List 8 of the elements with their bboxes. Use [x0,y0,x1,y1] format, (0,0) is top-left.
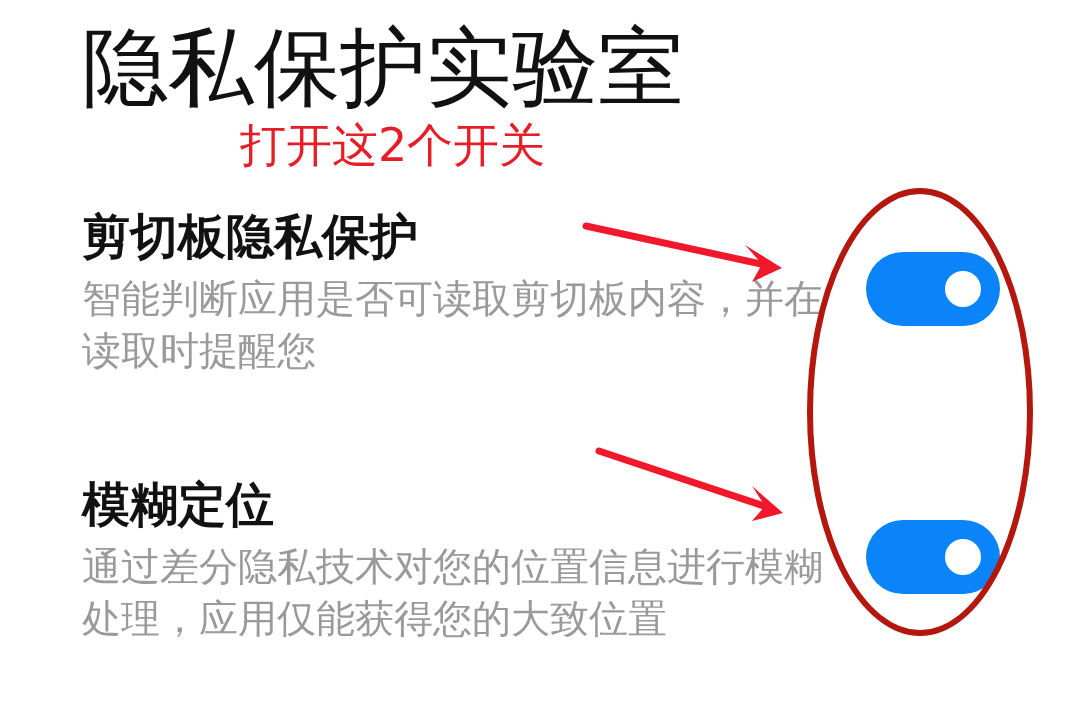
setting-description: 通过差分隐私技术对您的位置信息进行模糊处理，应用仅能获得您的大致位置 [82,542,824,643]
annotation-text: 打开这2个开关 [240,120,546,171]
setting-title: 剪切板隐私保护 [82,206,418,265]
page-title: 隐私保护实验室 [82,24,684,110]
setting-title: 模糊定位 [82,474,274,533]
setting-description: 智能判断应用是否可读取剪切板内容，并在读取时提醒您 [82,274,824,375]
toggle-switch[interactable] [866,251,1000,326]
toggle-switch[interactable] [866,519,1000,594]
